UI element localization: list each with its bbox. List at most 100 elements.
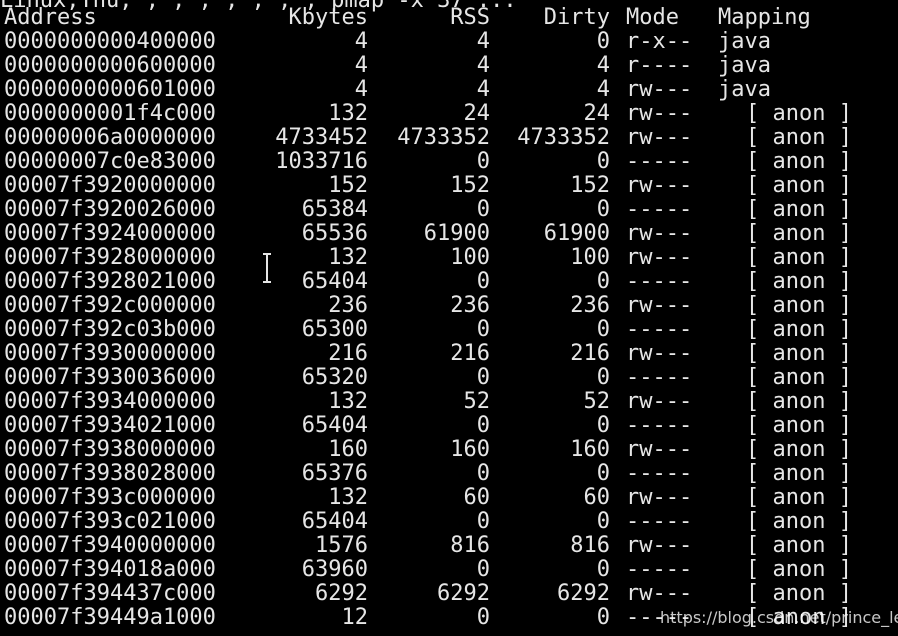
cell-dirty: 160 xyxy=(570,437,610,462)
table-row: 00007f3924000000 65536 61900 61900 rw--- [ an… xyxy=(0,222,898,246)
cell-dirty: 4 xyxy=(596,53,610,78)
cell-mode: ----- xyxy=(626,365,693,390)
cell-address: 00007f3930036000 xyxy=(4,365,216,390)
cell-rss: 236 xyxy=(450,293,490,318)
cell-dirty: 236 xyxy=(570,293,610,318)
cell-mapping: [ anon ] xyxy=(746,365,852,390)
cell-mode: ----- xyxy=(626,461,693,486)
cell-mode: rw--- xyxy=(626,533,693,558)
cell-mode: r---- xyxy=(626,53,693,78)
cell-rss: 0 xyxy=(476,149,490,174)
cell-rss: 0 xyxy=(476,413,490,438)
cell-rss: 52 xyxy=(463,389,491,414)
cell-kbytes: 65320 xyxy=(301,365,368,390)
cell-address: 0000000000400000 xyxy=(4,29,216,54)
table-row: 0000000000400000 4 4 0 r-x-- java xyxy=(0,30,898,54)
cell-mapping: [ anon ] xyxy=(746,533,852,558)
cell-mapping: java xyxy=(718,77,771,102)
cell-mode: rw--- xyxy=(626,485,693,510)
table-row: 00007f3930036000 65320 0 0 ----- [ anon ] xyxy=(0,366,898,390)
cell-kbytes: 4733452 xyxy=(275,125,368,150)
cell-address: 0000000001f4c000 xyxy=(4,101,216,126)
cell-address: 00007f3934021000 xyxy=(4,413,216,438)
cell-rss: 0 xyxy=(476,605,490,630)
cell-kbytes: 65384 xyxy=(301,197,368,222)
cell-address: 00000007c0e83000 xyxy=(4,149,216,174)
cell-kbytes: 4 xyxy=(354,77,368,102)
cell-dirty: 0 xyxy=(596,413,610,438)
cell-address: 00007f394018a000 xyxy=(4,557,216,582)
cell-dirty: 0 xyxy=(596,269,610,294)
cell-address: 00007f394437c000 xyxy=(4,581,216,606)
cell-rss: 60 xyxy=(463,485,491,510)
cell-mapping: [ anon ] xyxy=(746,485,852,510)
cell-address: 00007f393c000000 xyxy=(4,485,216,510)
header-mapping: Mapping xyxy=(718,5,811,30)
cell-rss: 4 xyxy=(476,53,490,78)
cell-address: 00007f3934000000 xyxy=(4,389,216,414)
header-rss: RSS xyxy=(450,5,490,30)
table-row: 00000007c0e83000 1033716 0 0 ----- [ anon ] xyxy=(0,150,898,174)
cell-mode: ----- xyxy=(626,509,693,534)
cell-kbytes: 1033716 xyxy=(275,149,368,174)
terminal-window[interactable]: Linux;Thu;’;’;’;’;’;’;’; pmap -x 37 ... … xyxy=(0,0,898,636)
cell-kbytes: 4 xyxy=(354,53,368,78)
cell-mode: rw--- xyxy=(626,341,693,366)
cell-address: 0000000000600000 xyxy=(4,53,216,78)
cell-kbytes: 132 xyxy=(328,485,368,510)
cell-rss: 4733352 xyxy=(397,125,490,150)
table-row: 00007f3940000000 1576 816 816 rw--- [ anon ] xyxy=(0,534,898,558)
cell-address: 00007f3920000000 xyxy=(4,173,216,198)
cell-mode: rw--- xyxy=(626,221,693,246)
cell-rss: 152 xyxy=(450,173,490,198)
table-row: 00007f3928000000 132 100 100 rw---[ anon ] xyxy=(0,246,898,270)
cell-dirty: 4733352 xyxy=(517,125,610,150)
cell-rss: 0 xyxy=(476,557,490,582)
header-dirty: Dirty xyxy=(543,5,610,30)
i-beam-cursor-icon xyxy=(263,253,271,283)
cell-dirty: 4 xyxy=(596,77,610,102)
cell-rss: 0 xyxy=(476,269,490,294)
table-row: 0000000000600000 4 4 4 r---- java xyxy=(0,54,898,78)
cell-mode: rw--- xyxy=(626,173,693,198)
table-row: 00007f394437c000 6292 6292 6292 rw--- [ anon … xyxy=(0,582,898,606)
cell-dirty: 0 xyxy=(596,557,610,582)
cell-rss: 100 xyxy=(450,245,490,270)
cell-mode: ----- xyxy=(626,149,693,174)
cell-rss: 6292 xyxy=(437,581,490,606)
cell-address: 00007f39449a1000 xyxy=(4,605,216,630)
cell-mapping: [ anon ] xyxy=(746,125,852,150)
cell-mapping: java xyxy=(718,29,771,54)
cell-mapping: [ anon ] xyxy=(746,413,852,438)
header-kbytes: Kbytes xyxy=(288,5,368,30)
cell-kbytes: 152 xyxy=(328,173,368,198)
table-row: 00007f3928021000 65404 0 0 -----[ anon ] xyxy=(0,270,898,294)
cell-address: 00007f3920026000 xyxy=(4,197,216,222)
table-row: 00007f3930000000 216 216 216 rw--- [ anon ] xyxy=(0,342,898,366)
cell-dirty: 816 xyxy=(570,533,610,558)
cell-address: 00007f3930000000 xyxy=(4,341,216,366)
cell-dirty: 52 xyxy=(583,389,611,414)
cell-kbytes: 6292 xyxy=(315,581,368,606)
cell-mapping: [ anon ] xyxy=(746,437,852,462)
cell-dirty: 6292 xyxy=(557,581,610,606)
cell-address: 00007f392c03b000 xyxy=(4,317,216,342)
cell-kbytes: 236 xyxy=(328,293,368,318)
cell-kbytes: 65376 xyxy=(301,461,368,486)
table-row: 00007f3920000000 152 152 152 rw--- [ anon ] xyxy=(0,174,898,198)
cell-mode: rw--- xyxy=(626,101,693,126)
cell-rss: 0 xyxy=(476,509,490,534)
cell-kbytes: 132 xyxy=(328,389,368,414)
cell-mode: ----- xyxy=(626,557,693,582)
cell-rss: 61900 xyxy=(423,221,490,246)
cell-dirty: 152 xyxy=(570,173,610,198)
cell-address: 00007f393c021000 xyxy=(4,509,216,534)
cell-kbytes: 132 xyxy=(328,101,368,126)
cell-dirty: 0 xyxy=(596,461,610,486)
cell-mode: rw--- xyxy=(626,125,693,150)
cell-mapping: [ anon ] xyxy=(746,317,852,342)
cell-kbytes: 12 xyxy=(341,605,369,630)
cell-rss: 0 xyxy=(476,365,490,390)
cell-address: 00007f3924000000 xyxy=(4,221,216,246)
cell-address: 00007f3938028000 xyxy=(4,461,216,486)
